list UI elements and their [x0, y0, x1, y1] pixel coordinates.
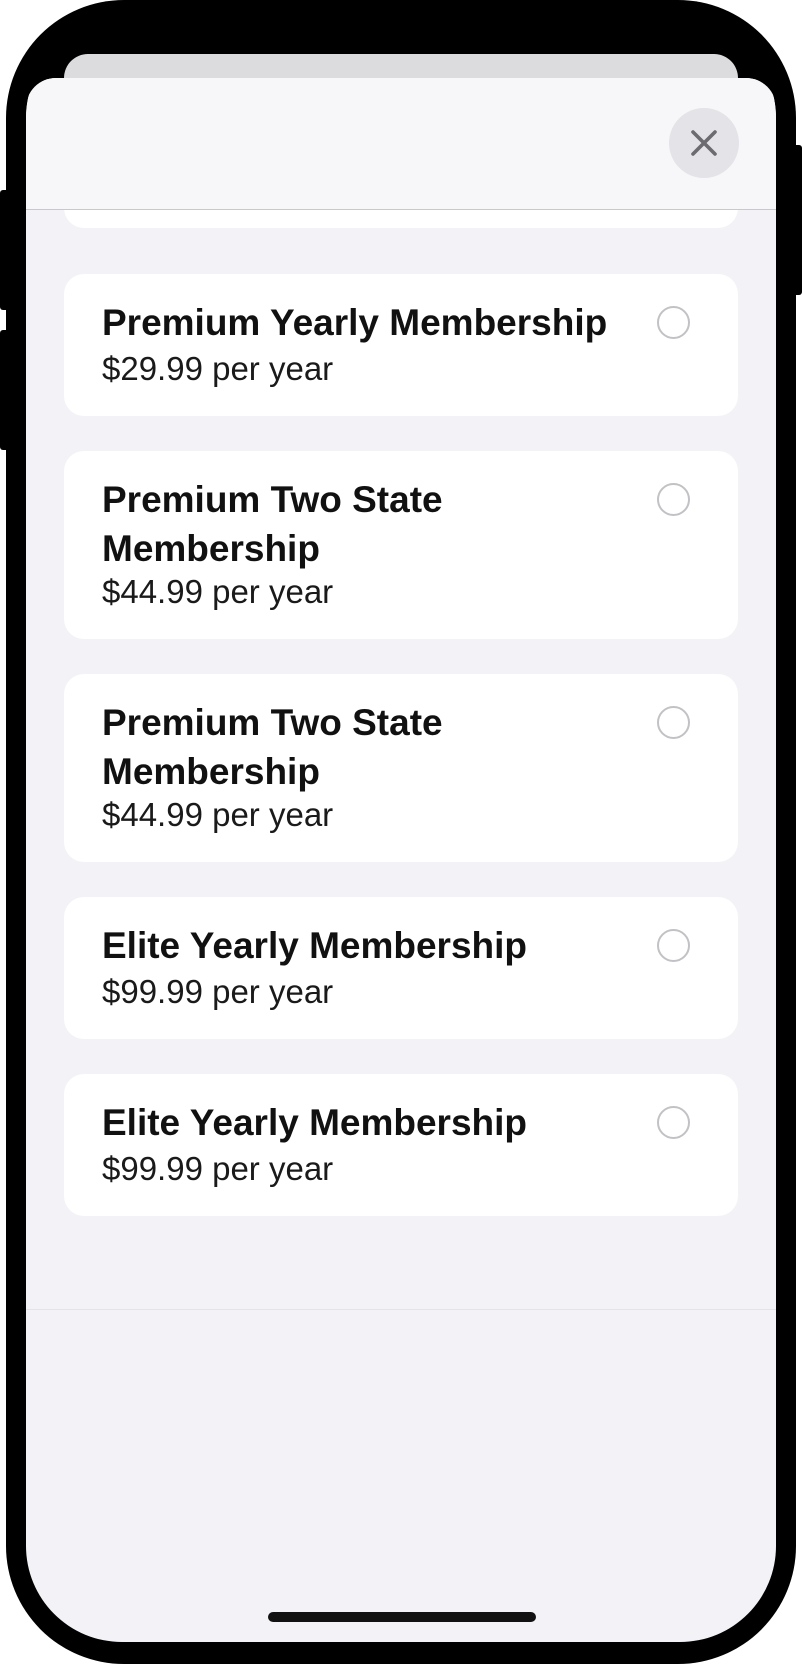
plan-radio-button[interactable] [657, 306, 690, 339]
plan-selection-sheet: Premium Yearly Membership $29.99 per yea… [26, 78, 776, 1642]
phone-screen: Premium Yearly Membership $29.99 per yea… [26, 22, 776, 1642]
plan-card[interactable]: Elite Yearly Membership $99.99 per year [64, 897, 738, 1039]
plan-title: Premium Yearly Membership [102, 302, 608, 343]
plan-card[interactable]: Premium Two State Membership $44.99 per … [64, 674, 738, 862]
close-button[interactable] [669, 108, 739, 178]
plan-price: $29.99 per year [102, 350, 334, 387]
plan-card[interactable]: Elite Yearly Membership $99.99 per year [64, 1074, 738, 1216]
side-button-left-1 [0, 190, 10, 310]
side-button-right [792, 145, 802, 295]
plan-title: Elite Yearly Membership [102, 1102, 528, 1143]
plan-radio-button[interactable] [657, 483, 690, 516]
plan-radio-button[interactable] [657, 1106, 690, 1139]
plan-price: $44.99 per year [102, 573, 334, 610]
plan-price: $99.99 per year [102, 1150, 334, 1187]
home-indicator[interactable] [268, 1612, 536, 1622]
side-button-left-2 [0, 330, 10, 450]
plan-title: Elite Yearly Membership [102, 925, 528, 966]
sheet-header [26, 78, 776, 210]
plan-card[interactable]: Premium Yearly Membership $29.99 per yea… [64, 274, 738, 416]
plan-price: $44.99 per year [102, 796, 334, 833]
plan-radio-button[interactable] [657, 929, 690, 962]
plan-price: $99.99 per year [102, 973, 334, 1010]
plan-title: Premium Two State Membership [102, 479, 443, 569]
plan-title: Premium Two State Membership [102, 702, 443, 792]
close-x-icon [691, 130, 717, 156]
plan-radio-button[interactable] [657, 706, 690, 739]
list-bottom-divider [26, 1309, 776, 1310]
plan-card[interactable]: Premium Two State Membership $44.99 per … [64, 451, 738, 639]
